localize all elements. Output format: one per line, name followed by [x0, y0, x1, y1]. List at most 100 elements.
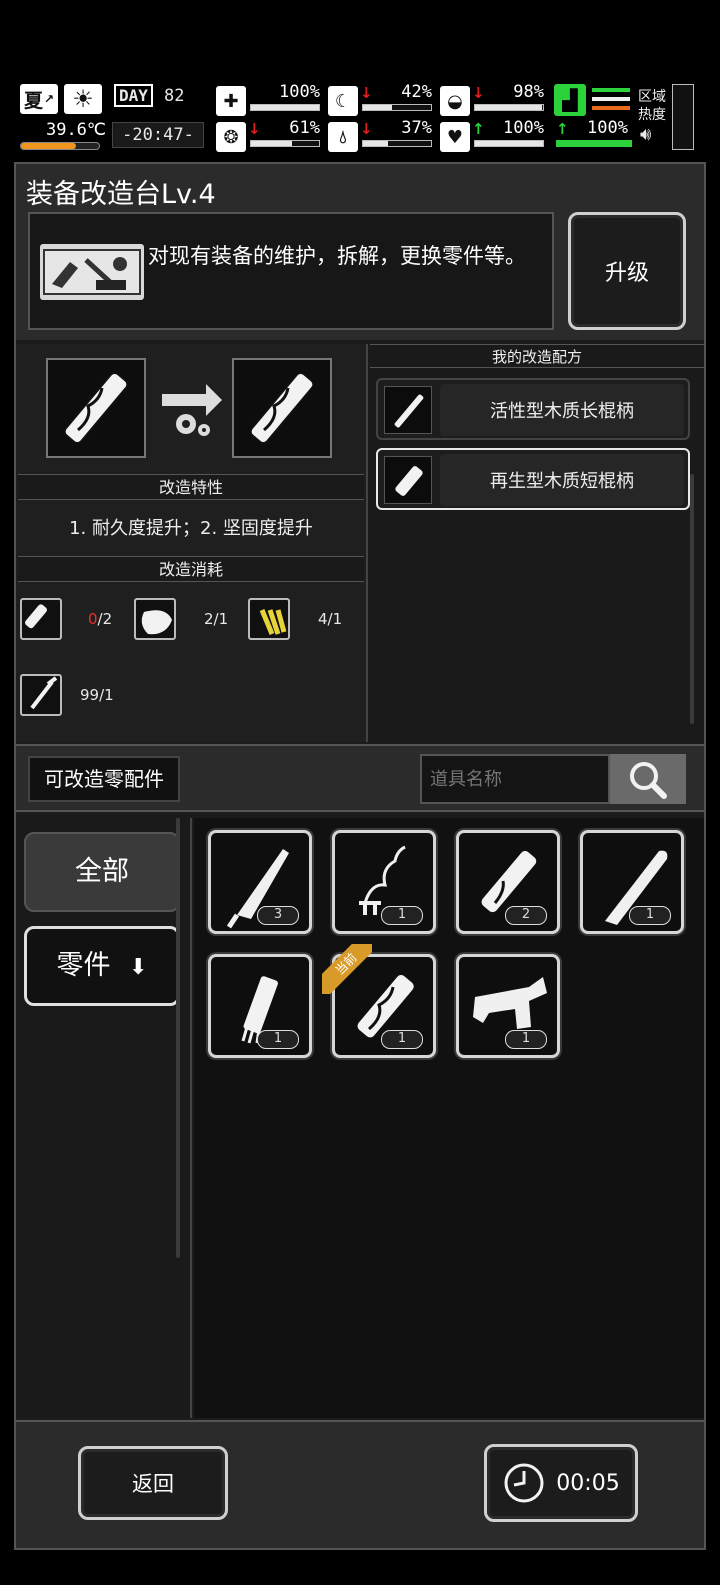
arrow-down-icon: ⬇ [129, 955, 148, 980]
part-count: 3 [257, 906, 299, 925]
back-button[interactable]: 返回 [78, 1446, 228, 1520]
upgrade-button[interactable]: 升级 [568, 212, 686, 330]
upgrade-label: 升级 [604, 261, 649, 286]
water-drop-icon: 💧︎ [328, 122, 358, 152]
day-label: DAY [114, 84, 153, 107]
water-value: 37% [401, 118, 432, 138]
syringe-tool-icon[interactable] [20, 674, 62, 716]
part-count: 2 [505, 906, 547, 925]
parts-grid: 3 1 2 1 1 1 当前 1 [194, 818, 704, 1418]
parts-tab[interactable]: 可改造零配件 [28, 756, 180, 802]
arrow-up-right-icon: ↗ [43, 92, 55, 106]
stamina-bar [556, 140, 632, 147]
wood-plank-icon[interactable] [134, 598, 176, 640]
part-item[interactable]: 1 [332, 830, 436, 934]
flashlight-part-icon[interactable] [20, 598, 62, 640]
season-badge: 夏 ↗ [20, 84, 58, 114]
brain-icon: ❂ [216, 122, 246, 152]
sun-icon: ☀ [64, 84, 102, 114]
category-all[interactable]: 全部 [24, 832, 180, 912]
health-value: 100% [279, 82, 320, 102]
recipe-name: 活性型木质长棍柄 [440, 384, 684, 436]
health-icon: ✚ [216, 86, 246, 116]
search-input[interactable] [420, 754, 610, 804]
recipe-name: 再生型木质短棍柄 [440, 454, 684, 506]
part-count: 1 [505, 1030, 547, 1049]
helmet-icon: ◒ [440, 86, 470, 116]
back-label: 返回 [132, 1472, 174, 1496]
speaker-icon[interactable]: 🔊︎ [640, 124, 651, 145]
category-sidebar: 全部 零件 ⬇ [16, 818, 192, 1418]
station-description: 对现有装备的维护，拆解，更换零件等。 [148, 244, 526, 268]
traits-header-label: 改造特性 [158, 478, 223, 497]
part-count: 1 [629, 906, 671, 925]
part-count: 1 [381, 906, 423, 925]
timer-value: 00:05 [556, 1470, 620, 1496]
clock: -20:47- [112, 122, 204, 148]
heart-icon: ♥ [440, 122, 470, 152]
timer-button[interactable]: 00:05 [484, 1444, 638, 1522]
day-number: 82 [164, 86, 185, 106]
part-item[interactable]: 3 [208, 830, 312, 934]
recipes-header-label: 我的改造配方 [491, 348, 582, 366]
workbench-image [40, 244, 144, 300]
health-bar [250, 104, 320, 111]
temperature-bar [20, 142, 100, 150]
speed-lines-icon [592, 88, 630, 114]
category-parts[interactable]: 零件 ⬇ [24, 926, 180, 1006]
source-part-slot[interactable] [46, 358, 146, 458]
water-bar [362, 140, 432, 147]
temperature: 39.6℃ [45, 120, 106, 140]
cost-have: 0 [88, 610, 98, 628]
part-count: 1 [381, 1030, 423, 1049]
part-item[interactable]: 1 [208, 954, 312, 1058]
station-header: 装备改造台Lv.4 对现有装备的维护，拆解，更换零件等。 升级 [16, 164, 704, 340]
wood-short-handle-icon [249, 371, 315, 445]
armor-bar [474, 104, 544, 111]
parts-toolbar: 可改造零配件 [16, 744, 704, 812]
stomach-icon: ☾ [328, 86, 358, 116]
recipes-panel: 我的改造配方 活性型木质长棍柄 再生型木质短棍柄 [370, 344, 704, 742]
zone-heat-label: 区域热度 [638, 89, 666, 123]
category-parts-label: 零件 [56, 950, 111, 981]
search-button[interactable] [610, 754, 686, 804]
season-label: 夏 [23, 89, 43, 112]
part-item[interactable]: 1 [456, 954, 560, 1058]
boot-icon: ▟ [554, 84, 586, 116]
status-bar: 夏 ↗ ☀ 39.6℃ DAY 82 -20:47- ✚ 100% ☾ ↓ 42%… [14, 80, 706, 154]
cost-2: 2/1 [204, 610, 229, 628]
clock-icon [504, 1463, 544, 1503]
yellow-fiber-icon[interactable] [248, 598, 290, 640]
category-all-label: 全部 [75, 856, 129, 887]
heart-bar [474, 140, 544, 147]
mood-value: 61% [289, 118, 320, 138]
part-item[interactable]: 2 [456, 830, 560, 934]
mood-bar [250, 140, 320, 147]
convert-arrow-icon [160, 378, 226, 444]
cost-need: /2 [97, 610, 113, 628]
cost-4: 99/1 [80, 686, 114, 704]
recipes-scrollbar[interactable] [690, 474, 694, 724]
recipe-item[interactable]: 活性型木质长棍柄 [376, 378, 690, 440]
wood-handle-icon [63, 371, 129, 445]
stamina-value: 100% [587, 118, 628, 138]
part-count: 1 [257, 1030, 299, 1049]
part-item[interactable]: 1 [580, 830, 684, 934]
armor-value: 98% [513, 82, 544, 102]
station-title: 装备改造台Lv.4 [26, 179, 216, 210]
recipe-item-selected[interactable]: 再生型木质短棍柄 [376, 448, 690, 510]
recipes-header: 我的改造配方 [370, 344, 704, 368]
hunger-bar [362, 104, 432, 111]
heart-value: 100% [503, 118, 544, 138]
hunger-value: 42% [401, 82, 432, 102]
footer-bar: 返回 00:05 [16, 1420, 704, 1548]
modify-panel: 改造特性 1. 耐久度提升；2. 坚固度提升 改造消耗 0/2 2/1 4/1 … [16, 344, 368, 742]
current-badge-label: 当前 [332, 950, 360, 978]
zone-heat-meter [672, 84, 694, 150]
result-part-slot[interactable] [232, 358, 332, 458]
day-counter: DAY 82 [114, 84, 200, 112]
category-scrollbar[interactable] [176, 818, 180, 1258]
search-icon [630, 762, 667, 799]
cost-1: 0/2 [88, 610, 112, 628]
station-description-box: 对现有装备的维护，拆解，更换零件等。 [28, 212, 554, 330]
